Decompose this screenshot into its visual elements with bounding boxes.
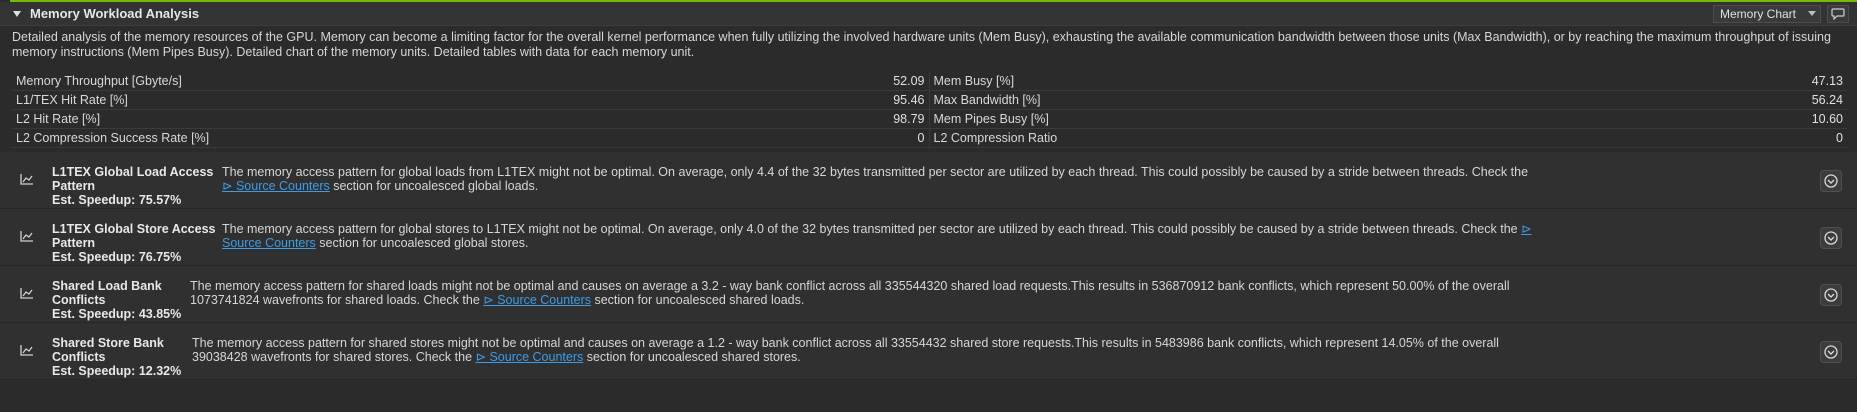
- expand-rule-button[interactable]: [1820, 170, 1842, 192]
- rule-row[interactable]: L1TEX Global Store Access Pattern Est. Sp…: [0, 209, 1857, 266]
- metric-value: 0: [1836, 131, 1843, 145]
- source-counters-link[interactable]: ⊳ Source Counters: [222, 179, 330, 193]
- rule-heading: Shared Store Bank Conflicts Est. Speedup:…: [52, 336, 192, 378]
- rule-speedup: Est. Speedup: 75.57%: [52, 193, 182, 207]
- metric-value: 52.09: [893, 74, 925, 88]
- rule-speedup: Est. Speedup: 43.85%: [52, 307, 182, 321]
- rule-text: The memory access pattern for shared loa…: [190, 279, 1510, 307]
- rule-message: The memory access pattern for shared sto…: [192, 336, 1537, 364]
- rule-row[interactable]: L1TEX Global Load Access Pattern Est. Spe…: [0, 152, 1857, 209]
- collapse-triangle-icon[interactable]: [12, 10, 26, 18]
- source-counters-link[interactable]: ⊳ Source Counters: [476, 350, 584, 364]
- metric-cell-left: L1/TEX Hit Rate [%] 95.46: [12, 91, 930, 110]
- rule-title: L1TEX Global Load Access Pattern: [52, 165, 214, 193]
- metric-label: L2 Compression Success Rate [%]: [16, 131, 210, 145]
- line-chart-icon: [20, 287, 36, 302]
- metrics-row: Memory Throughput [Gbyte/s] 52.09 Mem Busy…: [12, 72, 1847, 91]
- comment-button[interactable]: [1827, 4, 1849, 23]
- speech-bubble-icon: [1831, 7, 1845, 20]
- rule-title: Shared Store Bank Conflicts: [52, 336, 164, 364]
- section-description: Detailed analysis of the memory resource…: [12, 30, 1831, 59]
- rule-message: The memory access pattern for shared loa…: [190, 279, 1537, 307]
- metric-value: 10.60: [1811, 112, 1843, 126]
- metrics-row: L2 Compression Success Rate [%] 0 L2 Compr…: [12, 129, 1847, 148]
- rule-title: L1TEX Global Store Access Pattern: [52, 222, 216, 250]
- metric-label: Mem Pipes Busy [%]: [933, 112, 1049, 126]
- rule-heading: Shared Load Bank Conflicts Est. Speedup: …: [52, 279, 190, 321]
- expand-rule-button[interactable]: [1820, 284, 1842, 306]
- dropdown-arrow-icon: [1808, 10, 1816, 16]
- chevron-down-circle-icon: [1824, 174, 1838, 188]
- rules-list: L1TEX Global Load Access Pattern Est. Spe…: [0, 152, 1857, 380]
- rule-title: Shared Load Bank Conflicts: [52, 279, 162, 307]
- section-header[interactable]: Memory Workload Analysis Memory Chart: [0, 2, 1857, 26]
- metrics-table: Memory Throughput [Gbyte/s] 52.09 Mem Busy…: [12, 72, 1847, 148]
- rule-text: section for uncoalesced global stores.: [315, 236, 529, 250]
- rule-message: The memory access pattern for global loa…: [222, 165, 1537, 193]
- rule-speedup: Est. Speedup: 12.32%: [52, 364, 182, 378]
- chevron-down-circle-icon: [1824, 288, 1838, 302]
- metric-label: L2 Hit Rate [%]: [16, 112, 101, 126]
- rule-heading: L1TEX Global Store Access Pattern Est. Sp…: [52, 222, 222, 264]
- view-select-value: Memory Chart: [1720, 6, 1797, 21]
- metric-cell-right: L2 Compression Ratio 0: [929, 129, 1847, 148]
- view-select[interactable]: Memory Chart: [1713, 4, 1821, 23]
- metric-cell-right: Mem Busy [%] 47.13: [929, 72, 1847, 91]
- line-chart-icon: [20, 173, 36, 188]
- rule-text: The memory access pattern for global sto…: [222, 222, 1522, 236]
- metrics-row: L1/TEX Hit Rate [%] 95.46 Max Bandwidth [%…: [12, 91, 1847, 110]
- metric-label: Max Bandwidth [%]: [933, 93, 1041, 107]
- expand-rule-button[interactable]: [1820, 227, 1842, 249]
- metric-value: 56.24: [1811, 93, 1843, 107]
- line-chart-icon: [20, 344, 36, 359]
- expand-rule-button[interactable]: [1820, 341, 1842, 363]
- rule-text: section for uncoalesced shared loads.: [591, 293, 805, 307]
- rule-text: section for uncoalesced global loads.: [329, 179, 539, 193]
- rule-row[interactable]: Shared Load Bank Conflicts Est. Speedup: …: [0, 266, 1857, 323]
- metric-label: Mem Busy [%]: [933, 74, 1015, 88]
- metric-value: 47.13: [1811, 74, 1843, 88]
- metrics-row: L2 Hit Rate [%] 98.79 Mem Pipes Busy [%] 10…: [12, 110, 1847, 129]
- metric-label: L2 Compression Ratio: [933, 131, 1058, 145]
- metric-label: Memory Throughput [Gbyte/s]: [16, 74, 182, 88]
- rule-row[interactable]: Shared Store Bank Conflicts Est. Speedup:…: [0, 323, 1857, 380]
- metric-value: 98.79: [893, 112, 925, 126]
- metric-cell-left: Memory Throughput [Gbyte/s] 52.09: [12, 72, 930, 91]
- metric-cell-right: Max Bandwidth [%] 56.24: [929, 91, 1847, 110]
- metric-cell-left: L2 Hit Rate [%] 98.79: [12, 110, 930, 129]
- metric-value: 0: [917, 131, 925, 145]
- metric-cell-right: Mem Pipes Busy [%] 10.60: [929, 110, 1847, 129]
- chevron-down-circle-icon: [1824, 231, 1838, 245]
- rule-text: The memory access pattern for global loa…: [222, 165, 1529, 179]
- rule-heading: L1TEX Global Load Access Pattern Est. Spe…: [52, 165, 222, 207]
- rule-text: section for uncoalesced shared stores.: [583, 350, 801, 364]
- metric-label: L1/TEX Hit Rate [%]: [16, 93, 128, 107]
- source-counters-link[interactable]: ⊳ Source Counters: [483, 293, 591, 307]
- rule-speedup: Est. Speedup: 76.75%: [52, 250, 182, 264]
- line-chart-icon: [20, 230, 36, 245]
- metric-value: 95.46: [893, 93, 925, 107]
- chevron-down-circle-icon: [1824, 345, 1838, 359]
- rule-message: The memory access pattern for global sto…: [222, 222, 1537, 250]
- metric-cell-left: L2 Compression Success Rate [%] 0: [12, 129, 930, 148]
- rule-text: The memory access pattern for shared sto…: [192, 336, 1499, 364]
- section-title: Memory Workload Analysis: [30, 6, 200, 21]
